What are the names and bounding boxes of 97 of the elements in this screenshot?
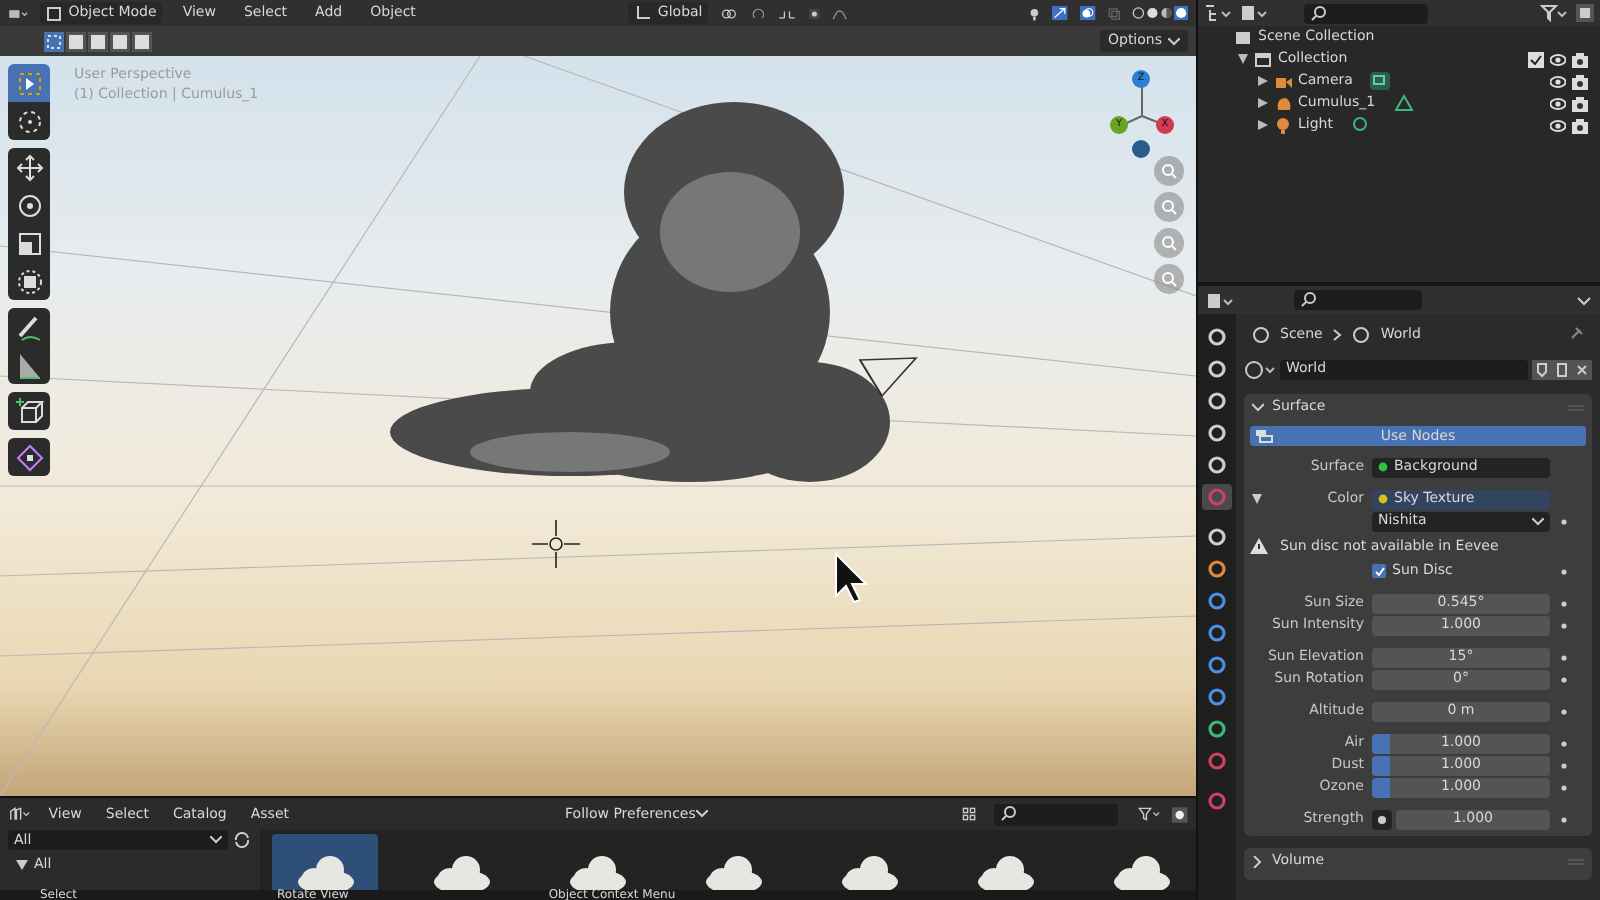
scene-icon <box>1234 28 1252 46</box>
collection-icon <box>1254 50 1272 68</box>
tool-button[interactable] <box>8 392 50 430</box>
caret-icon <box>1532 517 1544 525</box>
overlay-toggle-icon[interactable] <box>1079 2 1095 24</box>
filter-icon[interactable] <box>1138 804 1161 824</box>
cursor-3d-icon <box>532 520 580 568</box>
keyframe-dot-icon[interactable] <box>1560 599 1568 607</box>
axis-gizmo-handle[interactable] <box>1132 140 1150 158</box>
annotate-tool-icon <box>13 311 45 343</box>
editor-type-icon[interactable] <box>1204 4 1232 22</box>
keyframe-dot-icon[interactable] <box>1560 815 1568 823</box>
warning-icon <box>1250 538 1268 554</box>
search-field[interactable] <box>1294 290 1422 310</box>
selection-mode-button[interactable] <box>110 31 130 51</box>
refresh-icon[interactable] <box>232 830 252 850</box>
cube-tool-icon <box>13 395 45 427</box>
checkbox[interactable] <box>1372 564 1386 578</box>
search-field[interactable] <box>1304 3 1428 23</box>
tool-button[interactable] <box>8 148 50 186</box>
caret-icon <box>210 836 222 844</box>
scale-tool-icon <box>13 227 45 259</box>
proportional-icon[interactable] <box>807 3 821 23</box>
eye-icon[interactable] <box>1550 51 1566 67</box>
keyframe-dot-icon[interactable] <box>1560 567 1568 575</box>
search-field[interactable] <box>993 803 1118 825</box>
editor-type-icon[interactable] <box>1206 291 1234 309</box>
keyframe-dot-icon[interactable] <box>1560 739 1568 747</box>
disclosure-triangle-icon[interactable] <box>1238 54 1248 64</box>
display-mode-icon[interactable] <box>1240 4 1268 22</box>
transform-tool-icon <box>13 265 45 297</box>
pin-icon[interactable] <box>1568 326 1584 342</box>
checkmark-icon <box>1373 565 1385 577</box>
camera-object-drawing <box>856 356 920 400</box>
keyframe-dot-icon[interactable] <box>1560 707 1568 715</box>
caret-icon[interactable] <box>1576 292 1592 308</box>
navigation-button[interactable] <box>1154 264 1184 294</box>
chevron-icon[interactable] <box>1252 401 1264 413</box>
socket-button-icon[interactable] <box>1372 809 1392 829</box>
caret-icon <box>695 810 708 818</box>
node-icon <box>1254 428 1274 444</box>
search-icon <box>1310 5 1326 21</box>
axis-icon <box>633 4 652 22</box>
chevron-icon <box>1332 327 1343 341</box>
asset-thumbnail[interactable] <box>272 834 379 890</box>
keyframe-dot-icon[interactable] <box>1560 517 1568 525</box>
search-icon <box>1300 292 1316 308</box>
move-tool-icon <box>13 151 45 183</box>
light-icon <box>1274 116 1292 134</box>
select-tool-icon <box>13 67 45 99</box>
tool-button[interactable] <box>8 346 50 384</box>
keyframe-dot-icon[interactable] <box>1560 653 1568 661</box>
settings-icon[interactable] <box>1172 803 1188 825</box>
shading-modes-icon[interactable] <box>1131 2 1188 24</box>
cursor-tool-icon <box>13 105 45 137</box>
disclosure-triangle-icon[interactable] <box>1252 494 1262 504</box>
datablock-actions-icon[interactable] <box>1532 359 1592 379</box>
tool-button[interactable] <box>8 308 50 346</box>
light-data-icon <box>1350 116 1371 134</box>
disclosure-triangle-icon[interactable] <box>1258 120 1268 130</box>
eye-icon[interactable] <box>1550 73 1566 89</box>
new-collection-icon[interactable] <box>1576 4 1594 22</box>
caret-icon <box>1168 37 1180 45</box>
pivot-tool-icon <box>13 441 45 473</box>
selection-mode-button[interactable] <box>66 31 86 51</box>
camera-data-icon <box>1370 72 1391 90</box>
mouse-pointer-icon <box>832 552 868 604</box>
snap-icon[interactable] <box>752 3 766 23</box>
tool-button[interactable] <box>8 262 50 300</box>
search-icon <box>999 806 1016 822</box>
keyframe-dot-icon[interactable] <box>1560 621 1568 629</box>
tool-button[interactable] <box>8 102 50 140</box>
chevron-icon[interactable] <box>1252 855 1264 867</box>
filter-icon[interactable] <box>1540 4 1568 22</box>
view-object-icon[interactable] <box>1027 3 1041 23</box>
mesh-data-icon <box>1393 94 1414 112</box>
selection-mode-button[interactable] <box>132 31 152 51</box>
object-mode-icon <box>46 5 63 21</box>
world-browse-icon[interactable] <box>1244 359 1276 379</box>
tool-button[interactable] <box>8 438 50 476</box>
gizmo-toggle-icon[interactable] <box>1052 2 1068 24</box>
keyframe-dot-icon[interactable] <box>1560 783 1568 791</box>
eye-icon[interactable] <box>1550 117 1566 133</box>
keyframe-dot-icon[interactable] <box>1560 761 1568 769</box>
selection-mode-button[interactable] <box>88 31 108 51</box>
keyframe-dot-icon[interactable] <box>1560 675 1568 683</box>
eye-icon[interactable] <box>1550 95 1566 111</box>
disclosure-triangle-icon[interactable] <box>1258 98 1268 108</box>
disclosure-triangle-icon[interactable] <box>1258 76 1268 86</box>
selection-mode-button[interactable] <box>44 31 64 51</box>
disclosure-triangle-icon[interactable] <box>16 860 28 870</box>
rotate-tool-icon <box>13 189 45 221</box>
zoom-icon <box>1160 162 1178 180</box>
checkbox-icon[interactable] <box>1528 51 1544 67</box>
mesh-icon <box>1274 94 1292 112</box>
editor-type-icon[interactable] <box>8 804 31 824</box>
tool-button[interactable] <box>8 64 50 102</box>
